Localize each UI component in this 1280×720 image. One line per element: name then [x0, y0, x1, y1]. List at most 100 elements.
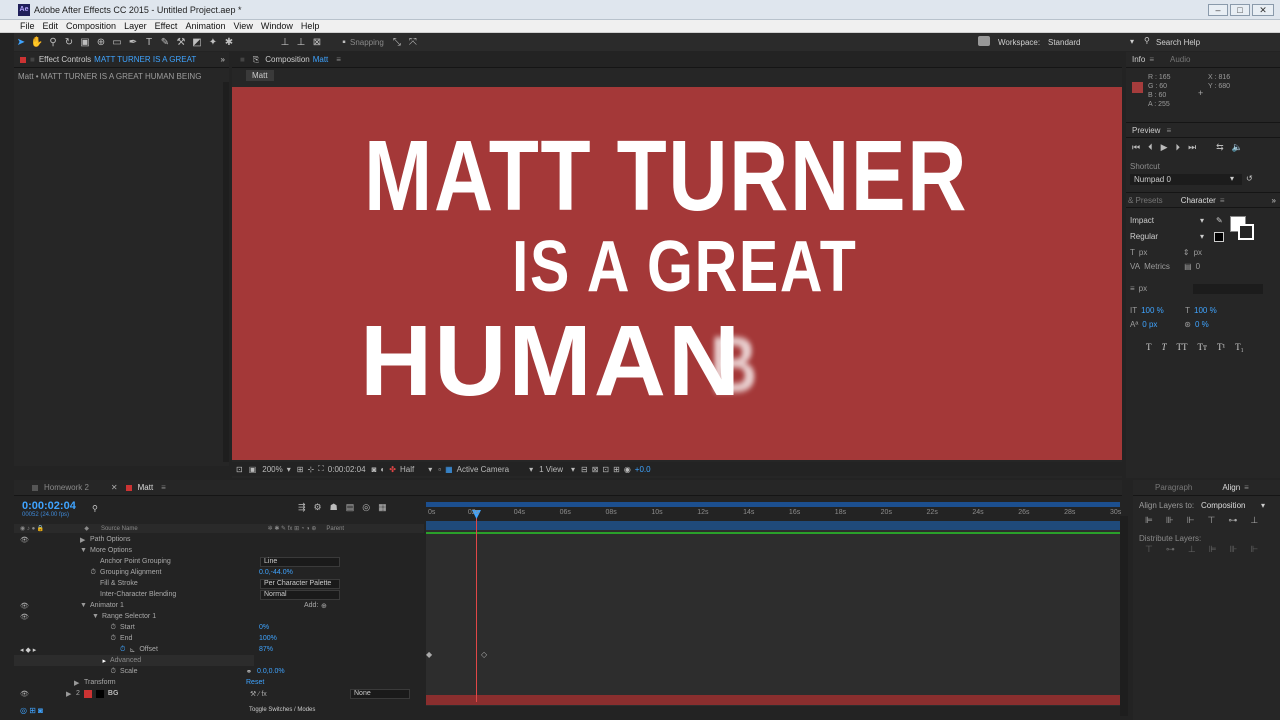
bg-label-color[interactable] — [83, 689, 92, 698]
keyframe-end[interactable]: ◇ — [481, 650, 487, 659]
scrollbar[interactable] — [223, 82, 229, 462]
align-right-icon[interactable]: ⊩ — [1187, 515, 1195, 526]
first-frame-icon[interactable]: ⏮ — [1132, 142, 1140, 153]
draft-3d-icon[interactable]: ⚙ — [314, 502, 322, 513]
distribute-hcenter-icon[interactable]: ⊪ — [1230, 544, 1238, 555]
black-swatch[interactable] — [1214, 232, 1224, 242]
align-vcenter-icon[interactable]: ⊶ — [1228, 515, 1237, 526]
mask-visibility-icon[interactable]: ⛶ — [318, 464, 324, 474]
distribute-left-icon[interactable]: ⊫ — [1209, 544, 1217, 555]
font-family-dropdown[interactable]: Impact — [1130, 216, 1210, 227]
timeline-graph-area[interactable]: ◆ ◇ — [426, 502, 1120, 720]
effects-presets-tab[interactable]: & Presets — [1126, 196, 1163, 205]
shortcut-chevron-icon[interactable]: ▾ — [1230, 174, 1234, 183]
stopwatch-icon[interactable]: ⏱ — [14, 624, 120, 632]
character-tab[interactable]: Character — [1181, 196, 1216, 205]
grid-icon[interactable]: ⊹ — [307, 465, 314, 474]
search-help-input[interactable]: Search Help — [1156, 38, 1200, 47]
font-style-dropdown[interactable]: Regular — [1130, 232, 1210, 241]
type-tool-icon[interactable]: T — [142, 35, 156, 49]
graph-editor-icon[interactable]: ▦ — [378, 502, 387, 513]
add-animator-icon[interactable]: ⊕ — [321, 602, 327, 610]
toggle-pixel-aspect-icon[interactable]: ⊟ — [581, 465, 588, 474]
expand-triangle-icon[interactable]: ▼ — [80, 602, 90, 609]
zoom-chevron-icon[interactable]: ▾ — [287, 465, 291, 474]
menu-composition[interactable]: Composition — [66, 21, 116, 31]
previous-frame-icon[interactable]: ⏴ — [1148, 142, 1153, 153]
panel-overflow-icon[interactable]: » — [1272, 196, 1276, 205]
distribute-top-icon[interactable]: ⊤ — [1145, 544, 1153, 555]
graph-icon[interactable]: ⊾ — [129, 646, 135, 654]
align-left-icon[interactable]: ⊫ — [1145, 515, 1153, 526]
snap-feather-icon[interactable]: ⤧ — [406, 35, 420, 49]
workspace-chevron-icon[interactable]: ▾ — [1130, 37, 1134, 46]
vertical-scale-input[interactable]: 100 % — [1141, 306, 1181, 315]
paragraph-tab[interactable]: Paragraph — [1155, 483, 1192, 492]
camera-dropdown[interactable]: Active Camera — [457, 465, 509, 474]
rotate-tool-icon[interactable]: ↻ — [62, 35, 76, 49]
menu-help[interactable]: Help — [301, 21, 320, 31]
distribute-right-icon[interactable]: ⊩ — [1250, 544, 1258, 555]
clone-stamp-tool-icon[interactable]: ⚒ — [174, 35, 188, 49]
info-tab[interactable]: Info — [1132, 55, 1145, 64]
constrain-link-icon[interactable]: ⚭ — [246, 668, 252, 676]
prop-scale[interactable]: Scale — [120, 668, 138, 675]
scale-value[interactable]: 0.0,0.0% — [257, 668, 285, 675]
zoom-dropdown[interactable]: 200% — [262, 465, 282, 474]
snapping-options-icon[interactable]: ⤡ — [390, 35, 404, 49]
timeline-footer-icons[interactable]: ◎ ⊞ ◙ — [14, 706, 43, 715]
small-caps-button[interactable]: Tт — [1198, 342, 1207, 352]
faux-bold-button[interactable]: T — [1146, 342, 1152, 352]
prop-range-selector-1[interactable]: Range Selector 1 — [102, 613, 156, 620]
visibility-eye-icon[interactable]: 👁 — [20, 602, 80, 610]
eraser-tool-icon[interactable]: ◩ — [190, 35, 204, 49]
menu-animation[interactable]: Animation — [185, 21, 225, 31]
panel-overflow-icon[interactable]: » — [221, 55, 225, 64]
menu-layer[interactable]: Layer — [124, 21, 147, 31]
distribute-bottom-icon[interactable]: ⊥ — [1188, 544, 1196, 555]
views-dropdown[interactable]: 1 View — [539, 465, 563, 474]
rectangle-tool-icon[interactable]: ▭ — [110, 35, 124, 49]
effect-controls-tab[interactable]: ■ Effect Controls MATT TURNER IS A GREAT… — [14, 52, 229, 68]
align-top-icon[interactable]: ⊤ — [1208, 515, 1216, 526]
tab-homework-2[interactable]: Homework 2 — [44, 483, 89, 492]
align-hcenter-icon[interactable]: ⊪ — [1166, 515, 1174, 526]
visibility-eye-icon[interactable]: 👁 — [20, 536, 80, 544]
prop-grouping-alignment[interactable]: Grouping Alignment — [100, 569, 161, 576]
resolution-dropdown[interactable]: Half — [400, 465, 414, 474]
play-icon[interactable]: ▶ — [1161, 142, 1168, 153]
prop-fill-stroke[interactable]: Fill & Stroke — [100, 580, 138, 587]
menu-edit[interactable]: Edit — [43, 21, 59, 31]
eyedropper-icon[interactable]: ✎ — [1216, 216, 1223, 225]
panel-menu-icon[interactable]: ≡ — [336, 55, 341, 64]
transparency-grid-icon[interactable]: ▦ — [445, 465, 453, 474]
offset-value[interactable]: 87% — [259, 646, 273, 653]
start-value[interactable]: 0% — [259, 624, 269, 631]
grouping-alignment-value[interactable]: 0.0,-44.0% — [259, 569, 293, 576]
subscript-button[interactable]: T₁ — [1235, 342, 1244, 352]
expand-triangle-icon[interactable]: ▼ — [92, 613, 102, 620]
align-tab[interactable]: Align — [1222, 483, 1240, 492]
stroke-color-swatch[interactable] — [1238, 224, 1254, 240]
snapping-checkbox[interactable]: ▪ — [340, 35, 348, 49]
reset-icon[interactable]: ↺ — [1246, 174, 1253, 183]
stroke-width-input[interactable]: px — [1139, 284, 1189, 294]
motion-blur-icon[interactable]: ◎ — [362, 502, 370, 513]
prop-animator-1[interactable]: Animator 1 — [90, 602, 124, 609]
prop-more-options[interactable]: More Options — [90, 547, 132, 554]
panel-menu-icon[interactable]: ≡ — [1244, 483, 1249, 492]
next-frame-icon[interactable]: ⏵ — [1176, 142, 1181, 153]
camera-chevron-icon[interactable]: ▾ — [529, 465, 533, 474]
shy-icon[interactable]: ☗ — [330, 502, 338, 513]
menu-window[interactable]: Window — [261, 21, 293, 31]
all-caps-button[interactable]: TT — [1177, 342, 1188, 352]
last-frame-icon[interactable]: ⏭ — [1188, 142, 1196, 153]
prop-transform[interactable]: Transform — [84, 679, 116, 686]
pan-behind-tool-icon[interactable]: ⊕ — [94, 35, 108, 49]
superscript-button[interactable]: T¹ — [1217, 342, 1225, 352]
kerning-dropdown[interactable]: Metrics — [1144, 262, 1180, 271]
zoom-tool-icon[interactable]: ⚲ — [46, 35, 60, 49]
exposure-value[interactable]: +0.0 — [635, 465, 651, 474]
panel-menu-icon[interactable]: ≡ — [1166, 126, 1171, 135]
views-chevron-icon[interactable]: ▾ — [571, 465, 575, 474]
